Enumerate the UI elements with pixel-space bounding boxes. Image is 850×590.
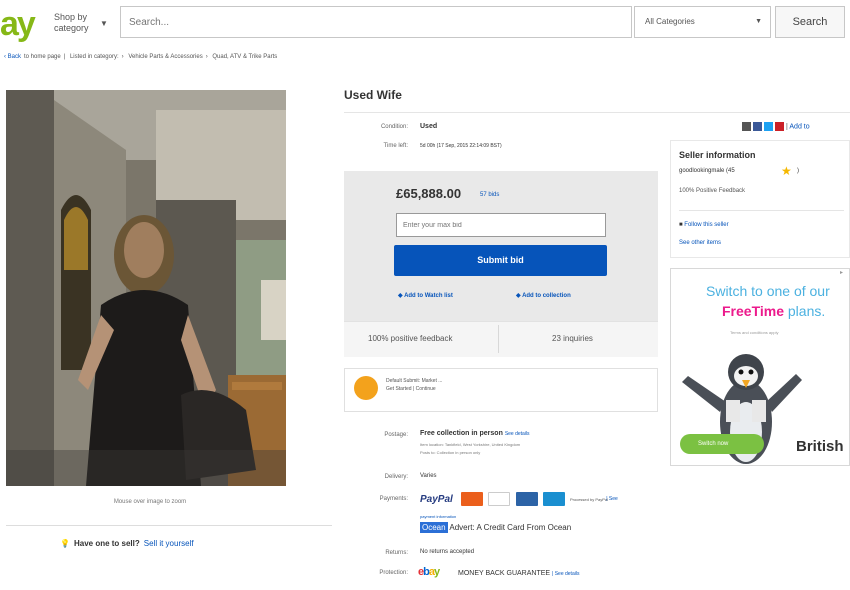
breadcrumb-back-link[interactable]: ‹ Back — [4, 54, 21, 60]
processed-by-paypal: Processed by PayPal — [569, 496, 609, 502]
item-photo[interactable] — [6, 90, 286, 486]
promo-text: Default Submit: Market ... Get Started |… — [386, 377, 506, 393]
payments-label: Payments: — [379, 496, 408, 502]
ocean-logo: Ocean — [420, 522, 448, 533]
returns-value: No returns accepted — [420, 549, 475, 555]
follow-label: Follow this seller — [684, 222, 729, 228]
divider — [344, 112, 850, 113]
postage-posts-to: Posts to: Collection in person only — [420, 450, 481, 455]
protection-value: MONEY BACK GUARANTEE | See details — [458, 570, 579, 577]
positive-feedback-stat: 100% positive feedback — [368, 334, 453, 343]
postage-label: Postage: — [384, 432, 408, 438]
condition-value: Used — [420, 123, 438, 130]
divider — [679, 210, 844, 211]
protection-see-details-link[interactable]: | See details — [552, 571, 579, 577]
add-to-watch-list-link[interactable]: ◆ Add to Watch list — [398, 292, 453, 299]
collection-label: Add to collection — [522, 293, 571, 299]
chevron-down-icon: ▼ — [100, 19, 108, 28]
item-photo-image — [6, 90, 286, 486]
add-to-link[interactable]: Add to — [789, 123, 809, 130]
breadcrumb-item[interactable]: Quad, ATV & Trike Parts — [212, 54, 277, 60]
paypal-logo: PayPal — [420, 493, 453, 505]
bids-count-link[interactable]: 57 bids — [480, 192, 499, 198]
breadcrumb-item[interactable]: Vehicle Parts & Accessories — [128, 54, 202, 60]
payments-see-link[interactable]: | See — [606, 496, 618, 502]
email-icon[interactable] — [742, 122, 751, 131]
divider — [6, 525, 332, 526]
watch-label: Add to Watch list — [404, 293, 453, 299]
divider — [498, 325, 499, 353]
item-title: Used Wife — [344, 88, 402, 102]
ad-fine-print: Terms and conditions apply — [730, 330, 779, 335]
seller-name-link[interactable]: goodlookingmale (45 — [679, 168, 735, 174]
shop-by-label: Shop by category — [54, 12, 89, 33]
mastercard-icon — [461, 492, 484, 506]
money-back-text: MONEY BACK GUARANTEE — [458, 570, 551, 577]
seller-feedback: 100% Positive Feedback — [679, 188, 746, 194]
submit-bid-button[interactable]: Submit bid — [394, 245, 607, 276]
ad-headline: Switch to one of our — [706, 283, 830, 299]
follow-seller-link[interactable]: ■ Follow this seller — [679, 222, 729, 228]
visa-icon — [488, 492, 511, 506]
ad-suffix: plans. — [784, 303, 826, 319]
ebay-logo[interactable]: ay — [0, 4, 36, 44]
pinterest-icon[interactable] — [775, 122, 784, 131]
ebay-mini-logo: ebay — [418, 566, 440, 578]
lightbulb-icon: 💡 — [60, 539, 70, 548]
search-field[interactable] — [120, 6, 632, 38]
ocean-advert-text: Advert: A Credit Card From Ocean — [449, 523, 572, 532]
breadcrumb: ‹ Back to home page | Listed in category: ›… — [4, 54, 278, 60]
protection-label: Protection: — [379, 570, 408, 576]
condition-label: Condition: — [380, 124, 408, 130]
breadcrumb-item: Listed in category: — [69, 54, 119, 60]
breadcrumb-item[interactable]: to home page — [24, 54, 61, 60]
seller-info-title: Seller information — [679, 150, 756, 160]
ad-choices-icon[interactable]: ▸ — [840, 269, 843, 276]
inquiries-stat: 23 inquiries — [552, 334, 593, 343]
returns-label: Returns: — [385, 550, 408, 556]
ad-brand-word: FreeTime — [722, 303, 784, 319]
time-left-value: 5d 00h (17 Sep, 2015 22:14:09 BST) — [420, 143, 502, 149]
twitter-icon[interactable] — [764, 122, 773, 131]
chevron-down-icon: ▼ — [755, 18, 762, 25]
sell-it-yourself-link[interactable]: Sell it yourself — [144, 539, 194, 548]
ad-switch-now-button[interactable]: Switch now — [680, 434, 764, 454]
ocean-credit-advert[interactable]: Ocean Advert: A Credit Card From Ocean — [420, 522, 572, 533]
search-input[interactable] — [121, 7, 631, 37]
ad-brand-name: British — [796, 438, 844, 455]
share-icons: | Add to — [742, 122, 810, 131]
category-select[interactable]: All Categories ▼ — [634, 6, 771, 38]
photo-caption: Mouse over image to zoom — [113, 499, 187, 505]
amex-icon — [542, 492, 565, 506]
add-to-collection-link[interactable]: ◆ Add to collection — [516, 292, 571, 299]
category-select-label: All Categories — [645, 17, 695, 26]
postage-location: Item location: Tankfield, West Yorkshire… — [420, 442, 521, 447]
sell-one-row: 💡 Have one to sell? Sell it yourself — [60, 539, 194, 548]
delivery-value: Varies — [420, 473, 437, 479]
maestro-icon — [515, 492, 538, 506]
ad-subheadline: FreeTime plans. — [722, 303, 825, 319]
sell-prompt: Have one to sell? — [73, 539, 140, 548]
postage-see-details-link[interactable]: See details — [505, 431, 530, 437]
postage-value: Free collection in person See details — [420, 430, 530, 437]
star-icon: ★ — [781, 164, 792, 178]
facebook-icon[interactable] — [753, 122, 762, 131]
promo-line: Default Submit: Market ... — [386, 378, 443, 384]
shop-by-category-button[interactable]: Shop by category ▼ — [54, 12, 112, 34]
time-left-label: Time left: — [383, 143, 408, 149]
see-other-items-link[interactable]: See other items — [679, 240, 721, 246]
promo-badge-icon — [354, 376, 378, 400]
postage-text: Free collection in person — [420, 430, 503, 437]
seller-score: ) — [797, 168, 799, 174]
search-button[interactable]: Search — [775, 6, 845, 38]
delivery-label: Delivery: — [384, 474, 408, 480]
payment-logos: PayPal Processed by PayPal | See — [420, 492, 618, 506]
max-bid-input[interactable] — [396, 213, 606, 237]
payment-info-link[interactable]: payment information — [420, 514, 456, 520]
promo-line[interactable]: Get Started | Continue — [386, 385, 506, 393]
current-price: £65,888.00 — [396, 186, 462, 201]
